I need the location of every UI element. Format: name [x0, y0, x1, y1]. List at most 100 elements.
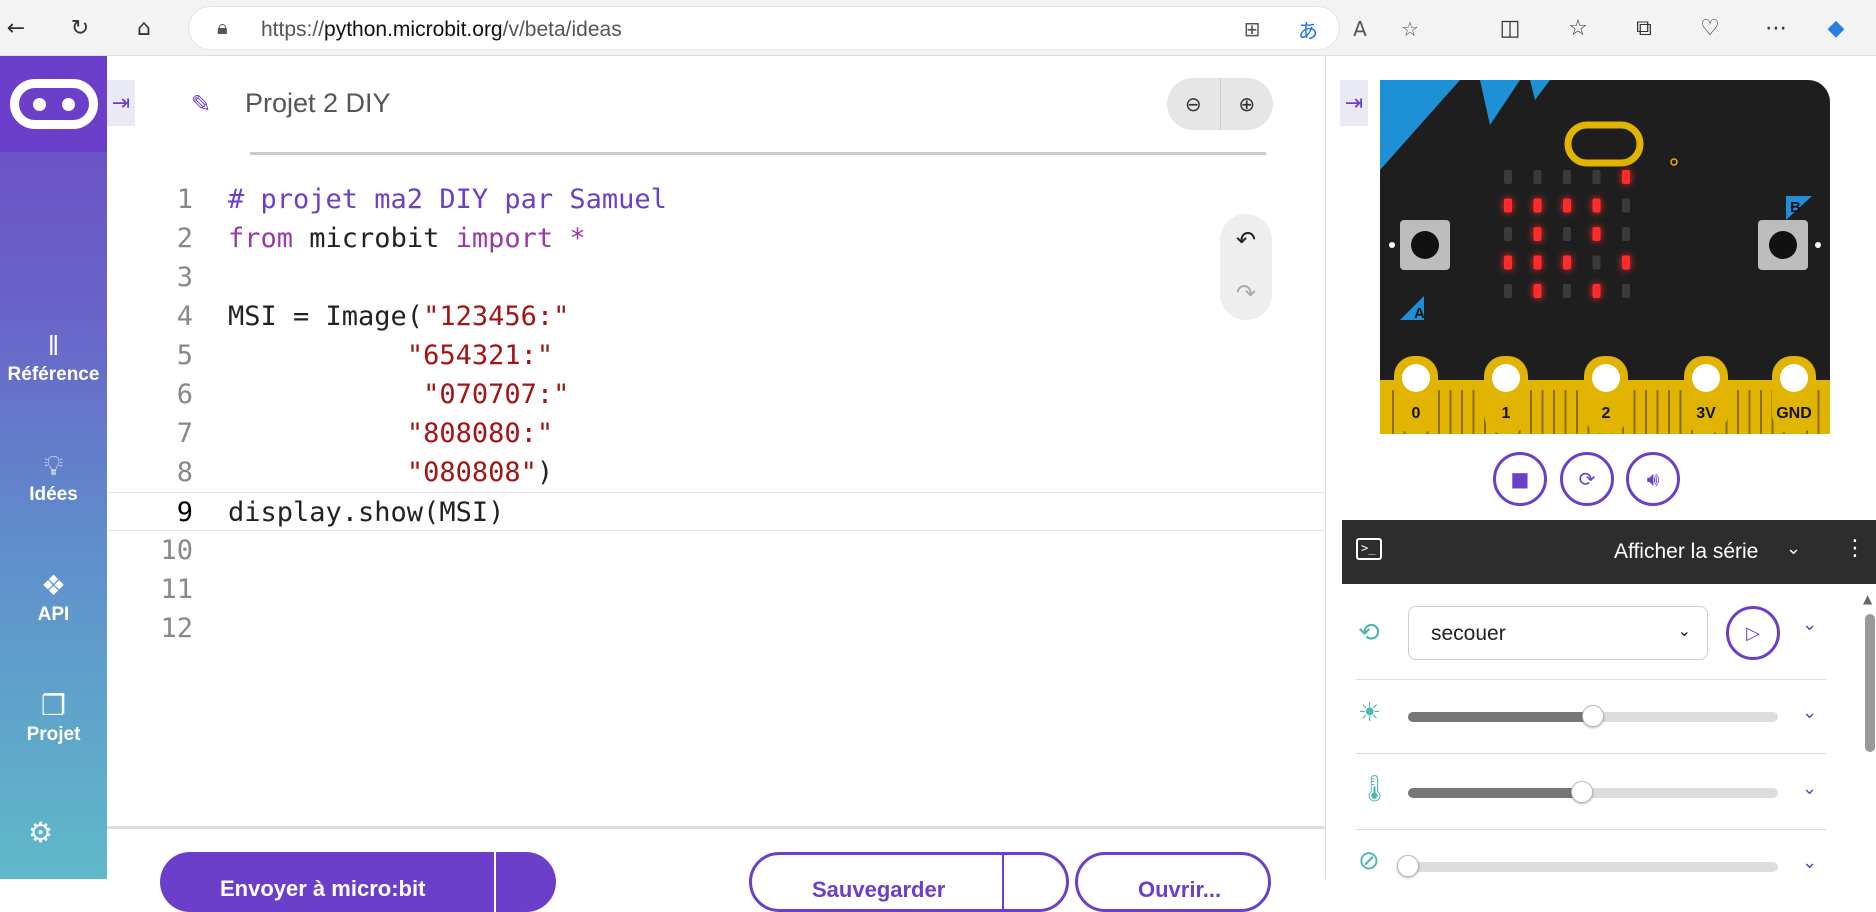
pin-label: 0 — [1412, 405, 1421, 422]
terminal-icon[interactable]: >_ — [1356, 538, 1382, 560]
lock-icon[interactable]: 🔒︎ — [217, 17, 228, 40]
back-arrow-icon[interactable]: ← — [0, 12, 32, 44]
led-pixel — [1533, 170, 1542, 184]
sidebar-item-project[interactable]: ❐ Projet — [0, 688, 107, 778]
code-line[interactable]: 3 — [107, 258, 1325, 297]
address-bar[interactable]: 🔒︎ https://python.microbit.org/v/beta/id… — [188, 6, 1419, 50]
line-text: "070707:" — [228, 375, 569, 414]
zoom-in-icon[interactable]: ⊕ — [1221, 78, 1274, 130]
pin-hole[interactable] — [1402, 364, 1430, 392]
sidebar-item-reference[interactable]: 𝍪 Référence — [0, 328, 107, 418]
code-line[interactable]: 8 "080808") — [107, 453, 1325, 492]
slider-thumb[interactable] — [1582, 705, 1604, 727]
code-line[interactable]: 2 from microbit import * — [107, 219, 1325, 258]
sidebar-item-label: Projet — [26, 724, 81, 745]
gesture-select-value: secouer — [1431, 622, 1506, 645]
code-line[interactable]: 10 — [107, 531, 1325, 570]
read-aloud-icon[interactable]: A — [1345, 16, 1375, 42]
collapse-sidebar-icon[interactable]: ⇥ — [107, 80, 135, 126]
pin-hole[interactable] — [1592, 364, 1620, 392]
edge-connector-strip — [1748, 390, 1751, 434]
more-icon[interactable]: ⋯ — [1760, 12, 1792, 44]
gesture-select[interactable]: secouer ⌄ — [1408, 606, 1708, 660]
reset-simulator-button[interactable]: ⟳ — [1560, 452, 1614, 506]
line-number: 12 — [160, 613, 193, 644]
home-icon[interactable]: ⌂ — [128, 12, 160, 44]
more-vertical-icon[interactable]: ⋮ — [1844, 536, 1866, 561]
code-line[interactable]: 6 "070707:" — [107, 375, 1325, 414]
scrollbar-thumb[interactable] — [1865, 614, 1875, 752]
send-gesture-button[interactable]: ▷ — [1726, 606, 1780, 660]
button-a-cap[interactable] — [1411, 231, 1439, 259]
light-row: ☀ ⌄ — [1356, 680, 1826, 754]
code-token: "654321:" — [406, 340, 554, 371]
led-pixel — [1533, 255, 1542, 270]
save-button[interactable]: Sauvegarder — [749, 852, 1069, 912]
temperature-slider[interactable] — [1408, 781, 1778, 803]
show-serial-toggle[interactable]: Afficher la série — [1614, 540, 1758, 564]
code-text-area[interactable]: 1 # projet ma2 DIY par Samuel 2 from microb… — [107, 180, 1325, 648]
expand-light-icon[interactable]: ⌄ — [1802, 702, 1817, 723]
translate-icon[interactable]: あ — [1293, 16, 1323, 43]
browser-essentials-icon[interactable]: ♡ — [1694, 12, 1726, 44]
expand-gesture-icon[interactable]: ⌄ — [1802, 614, 1817, 635]
collapse-simulator-icon[interactable]: ⇥ — [1340, 80, 1368, 126]
send-to-microbit-button[interactable]: Envoyer à micro:bit — [160, 852, 556, 912]
sidebar-item-api[interactable]: ❖ API — [0, 568, 107, 658]
split-screen-icon[interactable]: ◫ — [1494, 12, 1526, 44]
lightbulb-icon: 💡︎ — [43, 449, 64, 482]
code-editor-panel: ⇥ ✎ Projet 2 DIY ⊖ ⊕ ↶ ↷ 1 # projet ma2 D… — [107, 56, 1325, 912]
pin-label: GND — [1776, 405, 1812, 422]
serial-bar: >_ Afficher la série ⌄ ⋮ — [1342, 520, 1876, 584]
code-line[interactable]: 5 "654321:" — [107, 336, 1325, 375]
sidebar-item-ideas[interactable]: 💡︎ Idées — [0, 448, 107, 538]
pin-hole[interactable] — [1492, 364, 1520, 392]
code-line[interactable]: 11 — [107, 570, 1325, 609]
project-name[interactable]: Projet 2 DIY — [245, 88, 391, 119]
line-text: display.show(MSI) — [228, 493, 504, 532]
compass-slider[interactable] — [1397, 855, 1778, 877]
edge-connector-strip — [1817, 390, 1820, 434]
refresh-icon[interactable]: ↻ — [64, 12, 96, 44]
favorites-icon[interactable]: ☆ — [1562, 12, 1594, 44]
light-level-slider[interactable] — [1408, 705, 1778, 727]
temperature-row: 🌡︎ ⌄ — [1356, 754, 1826, 830]
code-line[interactable]: 12 — [107, 609, 1325, 648]
favorite-star-icon[interactable]: ☆ — [1395, 16, 1425, 42]
led-pixel — [1592, 227, 1601, 241]
pin-hole[interactable] — [1780, 364, 1808, 392]
led-pixel — [1622, 198, 1630, 213]
apps-icon[interactable]: ⊞ — [1237, 16, 1267, 42]
sensor-scrollbar[interactable]: ▲ — [1862, 592, 1876, 876]
copilot-icon[interactable]: ◆ — [1820, 12, 1852, 44]
microbit-logo[interactable] — [0, 56, 107, 152]
slider-thumb[interactable] — [1397, 855, 1419, 877]
edge-connector-strip — [1576, 390, 1578, 434]
expand-compass-icon[interactable]: ⌄ — [1802, 852, 1817, 873]
zoom-out-icon[interactable]: ⊖ — [1167, 78, 1221, 130]
slider-thumb[interactable] — [1570, 781, 1593, 803]
code-line[interactable]: 7 "808080:" — [107, 414, 1325, 453]
edit-name-pencil-icon[interactable]: ✎ — [191, 90, 211, 118]
scroll-up-icon[interactable]: ▲ — [1863, 592, 1872, 606]
code-line[interactable]: 4 MSI = Image("123456:" — [107, 297, 1325, 336]
code-line[interactable]: 9 display.show(MSI) — [107, 492, 1325, 531]
line-number: 8 — [176, 457, 193, 488]
edge-connector-strip — [1438, 390, 1440, 434]
pin-hole[interactable] — [1692, 364, 1720, 392]
chevron-down-icon[interactable]: ⌄ — [1786, 538, 1801, 559]
expand-temperature-icon[interactable]: ⌄ — [1802, 778, 1817, 799]
open-button[interactable]: Ouvrir... — [1075, 852, 1271, 912]
line-number: 4 — [176, 301, 193, 332]
gear-icon[interactable]: ⚙ — [28, 816, 53, 849]
url-text[interactable]: https://python.microbit.org/v/beta/ideas — [261, 18, 622, 42]
led-pixel — [1592, 198, 1601, 213]
collections-icon[interactable]: ⧉ — [1628, 12, 1660, 44]
open-button-label: Ouvrir... — [1138, 877, 1222, 902]
code-line[interactable]: 1 # projet ma2 DIY par Samuel — [107, 180, 1325, 219]
stop-simulator-button[interactable]: ■ — [1493, 452, 1547, 506]
button-b-cap[interactable] — [1769, 231, 1797, 259]
mute-simulator-button[interactable]: 🔊︎ — [1626, 452, 1680, 506]
sensor-controls: ⟲ secouer ⌄ ▷ ⌄ ☀ ⌄ 🌡︎ ⌄ ⊘ ⌄ ▲ — [1342, 584, 1876, 879]
